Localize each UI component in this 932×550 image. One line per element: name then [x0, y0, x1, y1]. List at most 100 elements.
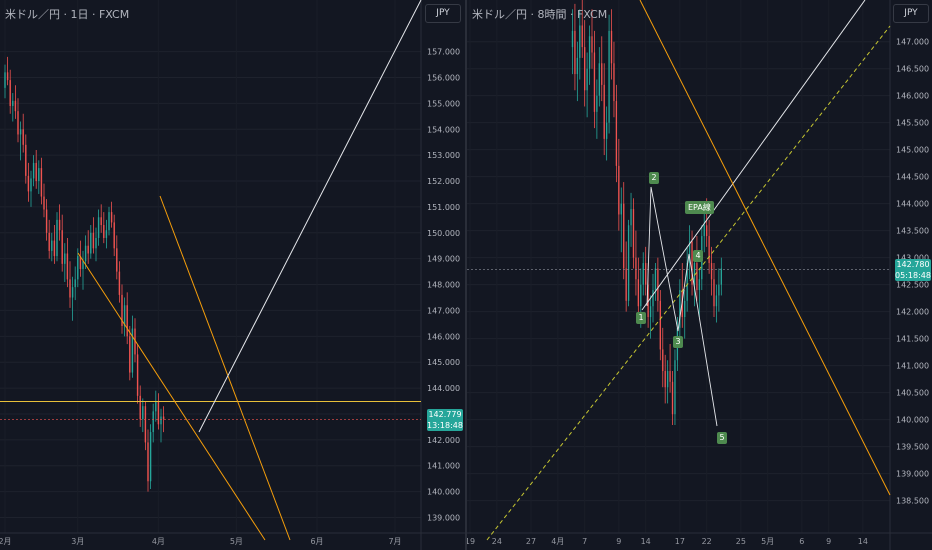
y-tick-label: 146.500: [896, 65, 929, 74]
x-tick-label: 14: [858, 537, 868, 546]
candle-body: [579, 25, 581, 58]
candle-body: [142, 406, 144, 420]
candle-body: [642, 263, 644, 285]
candle-body: [671, 381, 674, 415]
candle-body: [66, 253, 69, 280]
candle-body: [657, 268, 659, 301]
candle-body: [103, 225, 105, 238]
eight-hour-candlestick-chart[interactable]: 138.500 139.000 139.500 140.000 140.500 141.0…: [467, 0, 932, 550]
y-tick-label: 156.000: [427, 74, 460, 83]
candle-body: [703, 225, 705, 237]
candle-body: [684, 300, 686, 318]
candle-body: [22, 129, 24, 145]
y-tick-label: 142.500: [896, 281, 929, 290]
candle-body: [627, 225, 630, 301]
candle-body: [97, 217, 100, 238]
candle-body: [53, 240, 56, 257]
daily-last-price-badge: 142.779 13:18:48: [427, 408, 463, 431]
y-tick-label: 149.000: [427, 255, 460, 264]
candle-body: [32, 162, 35, 179]
x-tick-label: 27: [526, 537, 536, 546]
y-tick-label: 145.000: [427, 358, 460, 367]
wave-label-3: 3: [673, 336, 683, 348]
wave-label-2: 2: [649, 172, 659, 184]
candle-body: [618, 165, 620, 215]
candle-body: [71, 287, 74, 298]
candle-body: [593, 52, 596, 112]
candle-body: [706, 225, 708, 237]
candle-body: [69, 279, 71, 298]
candle-body: [110, 212, 113, 223]
candle-body: [108, 212, 110, 231]
candle-body: [136, 354, 139, 396]
y-tick-label: 144.000: [896, 200, 929, 209]
x-tick-label: 5月: [230, 537, 243, 546]
candle-body: [77, 256, 79, 280]
y-tick-label: 148.000: [427, 281, 460, 290]
candle-body: [666, 371, 669, 388]
y-tick-label: 150.000: [427, 229, 460, 238]
y-tick-label: 142.000: [427, 436, 460, 445]
x-tick-label: 9: [616, 537, 621, 546]
candle-body: [27, 175, 30, 192]
white-trendline: [198, 0, 422, 433]
y-tick-label: 140.500: [896, 389, 929, 398]
y-tick-label: 144.500: [896, 173, 929, 182]
y-tick-label: 143.500: [896, 227, 929, 236]
candle-body: [649, 306, 652, 318]
candle-body: [30, 178, 32, 192]
x-tick-label: 4月: [152, 537, 165, 546]
candle-body: [113, 222, 115, 249]
y-tick-label: 141.000: [427, 462, 460, 471]
y-tick-label: 139.500: [896, 443, 929, 452]
candle-body: [139, 395, 141, 420]
candle-body: [693, 263, 696, 285]
candle-body: [152, 411, 154, 433]
x-tick-label: 22: [702, 537, 712, 546]
candle-body: [601, 63, 603, 85]
eight-hour-currency-label[interactable]: JPY: [893, 4, 929, 23]
candle-body: [674, 360, 676, 415]
candle-body: [25, 144, 27, 176]
candle-body: [92, 232, 95, 249]
x-tick-label: 25: [736, 537, 746, 546]
candle-body: [586, 68, 588, 91]
candle-body: [17, 111, 19, 135]
x-tick-label: 3月: [71, 537, 84, 546]
candle-body: [87, 245, 89, 254]
candle-body: [591, 36, 593, 53]
candle-body: [598, 63, 600, 96]
candle-body: [90, 232, 92, 254]
lower-trendline: [77, 252, 266, 541]
daily-chart-panel[interactable]: 139.000140.000141.000142.000143.000144.0…: [0, 0, 465, 550]
candle-body: [116, 248, 118, 272]
candle-body: [635, 257, 637, 280]
candle-body: [698, 279, 701, 291]
candle-body: [155, 401, 157, 412]
candle-body: [64, 253, 66, 264]
candle-body: [4, 72, 6, 88]
candle-body: [669, 371, 671, 382]
candle-body: [576, 57, 579, 75]
x-tick-label: 14: [641, 537, 651, 546]
candle-body: [48, 232, 50, 251]
candle-body: [718, 284, 720, 296]
candle-body: [696, 263, 698, 291]
daily-candlestick-chart[interactable]: 139.000140.000141.000142.000143.000144.0…: [0, 0, 465, 550]
candle-body: [38, 168, 40, 182]
y-tick-label: 145.000: [896, 146, 929, 155]
candle-body: [162, 416, 165, 420]
candle-body: [645, 263, 647, 285]
candle-body: [45, 209, 48, 233]
x-tick-label: 17: [675, 537, 685, 546]
y-tick-label: 140.000: [427, 488, 460, 497]
eight-hour-chart-panel[interactable]: 138.500 139.000 139.500 140.000 140.500 141.0…: [467, 0, 932, 550]
candle-body: [105, 230, 108, 238]
candle-body: [126, 305, 128, 337]
y-tick-label: 147.000: [427, 306, 460, 315]
candle-body: [603, 84, 605, 139]
y-tick-label: 152.000: [427, 177, 460, 186]
candle-body: [149, 432, 152, 482]
daily-currency-label[interactable]: JPY: [425, 4, 461, 23]
x-tick-label: 5月: [761, 537, 774, 546]
